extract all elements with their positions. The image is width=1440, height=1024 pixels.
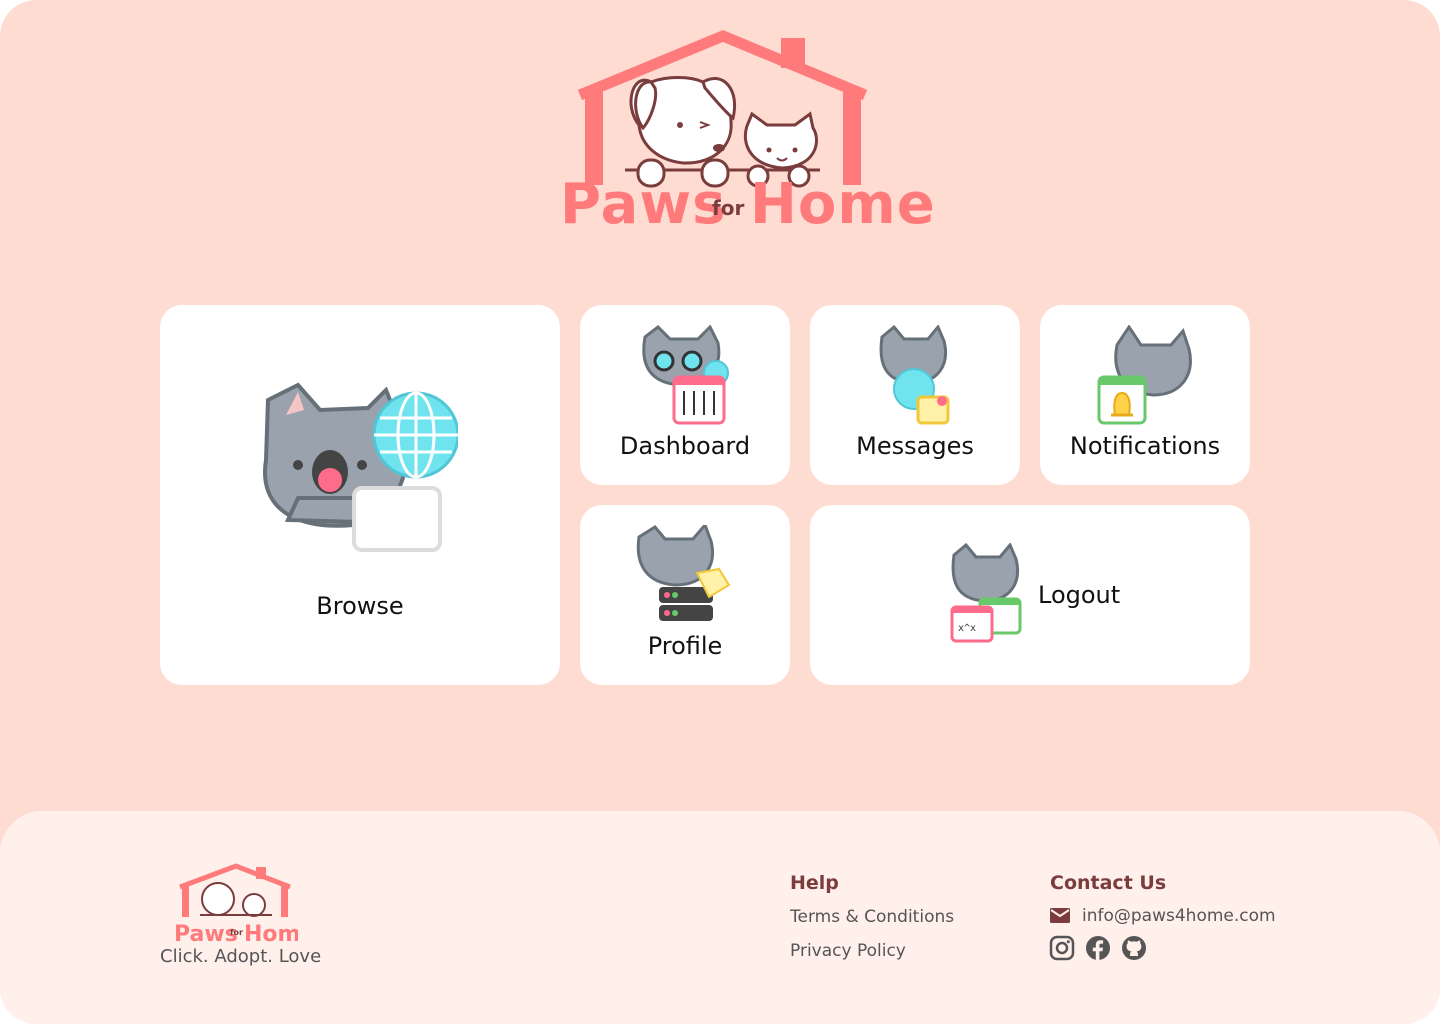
notifications-label: Notifications — [1069, 432, 1221, 460]
brand-paws: Paws — [560, 172, 727, 237]
cat-profile-icon — [636, 525, 731, 621]
github-icon[interactable] — [1121, 935, 1147, 961]
brand-home: Home — [750, 172, 936, 237]
messages-card[interactable]: Messages — [810, 305, 1020, 485]
dashboard-card[interactable]: Dashboard — [580, 305, 790, 485]
notifications-card[interactable]: Notifications — [1040, 305, 1250, 485]
profile-card[interactable]: Profile — [580, 505, 790, 685]
logout-label: Logout — [1038, 581, 1121, 609]
footer-brand-for: for — [230, 928, 243, 937]
contact-heading: Contact Us — [1050, 872, 1167, 894]
logout-card[interactable]: x^x Logout — [810, 505, 1250, 685]
cat-logout-icon: x^x — [950, 543, 1022, 643]
cat-notifications-icon — [1097, 325, 1192, 425]
tagline: Click. Adopt. Love — [160, 946, 322, 967]
cat-laptop-globe-icon — [262, 382, 458, 552]
footer-logo: Paws for Home — [174, 863, 298, 947]
facebook-icon[interactable] — [1085, 935, 1111, 961]
home-page: Paws for Home Browse Dashboard Messages … — [0, 0, 1440, 1024]
svg-text:x^x: x^x — [958, 623, 976, 634]
cat-dashboard-icon — [642, 325, 729, 425]
footer: Paws for Home Click. Adopt. Love Help Te… — [0, 811, 1440, 1024]
footer-brand-paws: Paws — [174, 922, 238, 947]
instagram-icon[interactable] — [1049, 935, 1075, 961]
brand-for: for — [712, 196, 745, 220]
email-link[interactable]: info@paws4home.com — [1082, 906, 1276, 926]
browse-card[interactable]: Browse — [160, 305, 560, 685]
cat-messages-icon — [879, 325, 950, 425]
help-heading: Help — [790, 872, 839, 894]
terms-link[interactable]: Terms & Conditions — [790, 907, 954, 927]
messages-label: Messages — [856, 432, 974, 460]
browse-label: Browse — [316, 592, 404, 620]
brand-wordmark: Paws for Home — [560, 172, 935, 242]
mail-icon — [1050, 908, 1070, 923]
footer-brand-home: Home — [244, 922, 298, 947]
profile-label: Profile — [647, 632, 723, 660]
dashboard-label: Dashboard — [619, 432, 751, 460]
privacy-link[interactable]: Privacy Policy — [790, 941, 906, 961]
